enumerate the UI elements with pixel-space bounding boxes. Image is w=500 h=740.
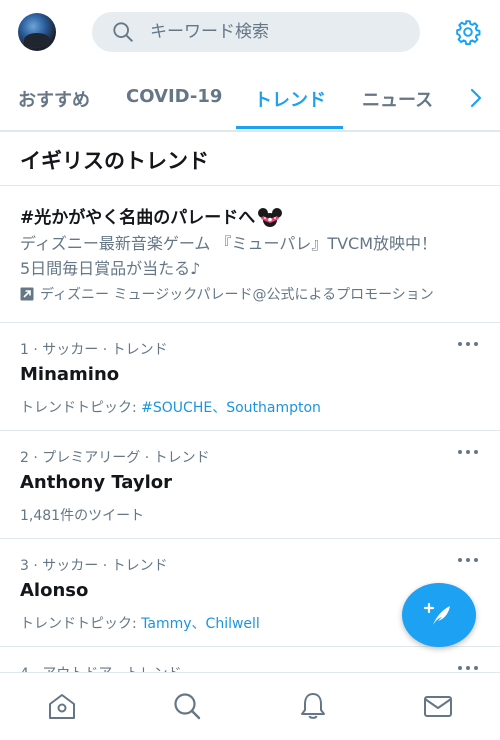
search-box[interactable] bbox=[92, 12, 420, 52]
section-title: イギリスのトレンド bbox=[20, 149, 209, 173]
tab-trends[interactable]: トレンド bbox=[254, 86, 326, 112]
tab-covid[interactable]: COVID-19 bbox=[126, 86, 222, 107]
search-icon bbox=[113, 22, 133, 42]
more-icon[interactable] bbox=[458, 556, 480, 564]
trend-item[interactable]: 1 · サッカー · トレンド Minamino トレンドトピック: #SOUC… bbox=[0, 322, 500, 430]
promoted-description-line-1: ディズニー最新音楽ゲーム 『ミューパレ』TVCM放映中！ bbox=[20, 234, 438, 253]
tab-bar: おすすめ COVID-19 トレンド ニュース bbox=[0, 70, 500, 132]
trend-topic-link[interactable]: #SOUCHE、Southampton bbox=[141, 400, 321, 416]
trend-name: Minamino bbox=[20, 364, 120, 385]
trend-meta: 2 · プレミアリーグ · トレンド bbox=[20, 450, 210, 466]
mickey-ears-icon bbox=[258, 208, 283, 227]
trend-meta: 1 · サッカー · トレンド bbox=[20, 342, 168, 358]
trend-name: Anthony Taylor bbox=[20, 472, 173, 493]
trend-topics-label: トレンドトピック: bbox=[20, 616, 142, 632]
divider bbox=[0, 185, 500, 186]
more-icon[interactable] bbox=[458, 448, 480, 456]
bottom-nav bbox=[0, 672, 500, 740]
feather-plus-icon bbox=[424, 602, 450, 625]
promoted-arrow-icon bbox=[20, 287, 34, 301]
mail-icon[interactable] bbox=[422, 690, 454, 722]
trend-meta: 3 · サッカー · トレンド bbox=[20, 558, 168, 574]
promoted-hashtag: #光かがやく名曲のパレードへ bbox=[20, 208, 256, 228]
promoted-description: ディズニー最新音楽ゲーム 『ミューパレ』TVCM放映中！ 5日間毎日賞品が当たる… bbox=[20, 231, 490, 281]
top-bar bbox=[0, 0, 500, 70]
tab-news[interactable]: ニュース bbox=[362, 86, 433, 112]
search-icon[interactable] bbox=[171, 690, 203, 722]
promoted-description-line-2: 5日間毎日賞品が当たる♪ bbox=[20, 259, 201, 278]
avatar[interactable] bbox=[18, 13, 56, 51]
compose-tweet-button[interactable] bbox=[402, 583, 476, 647]
trend-topics-label: トレンドトピック: bbox=[20, 400, 142, 416]
trend-topics: トレンドトピック: Tammy、Chilwell bbox=[20, 613, 260, 633]
trend-tweet-count: 1,481件のツイート bbox=[20, 508, 145, 524]
trend-topic-link[interactable]: Tammy、Chilwell bbox=[141, 616, 260, 632]
trend-topics: トレンドトピック: #SOUCHE、Southampton bbox=[20, 397, 321, 417]
more-icon[interactable] bbox=[458, 664, 480, 672]
more-icon[interactable] bbox=[458, 340, 480, 348]
promoted-by-label: ディズニー ミュージックパレード@公式によるプロモーション bbox=[40, 287, 434, 303]
bell-icon[interactable] bbox=[297, 690, 329, 722]
promoted-trend-title: #光かがやく名曲のパレードへ bbox=[20, 203, 283, 229]
trend-item[interactable]: 4 · アウトドア · トレンド bbox=[0, 646, 500, 672]
trend-meta: 4 · アウトドア · トレンド bbox=[20, 663, 182, 672]
trend-item[interactable]: 2 · プレミアリーグ · トレンド Anthony Taylor 1,481件… bbox=[0, 430, 500, 538]
trend-name: Alonso bbox=[20, 580, 89, 601]
active-tab-indicator bbox=[236, 126, 343, 129]
tab-recommended[interactable]: おすすめ bbox=[18, 86, 90, 112]
gear-icon[interactable] bbox=[455, 19, 481, 45]
promoted-by: ディズニー ミュージックパレード@公式によるプロモーション bbox=[20, 284, 434, 304]
home-icon[interactable] bbox=[46, 690, 78, 722]
chevron-right-icon[interactable] bbox=[466, 86, 486, 110]
search-input[interactable] bbox=[150, 12, 400, 52]
